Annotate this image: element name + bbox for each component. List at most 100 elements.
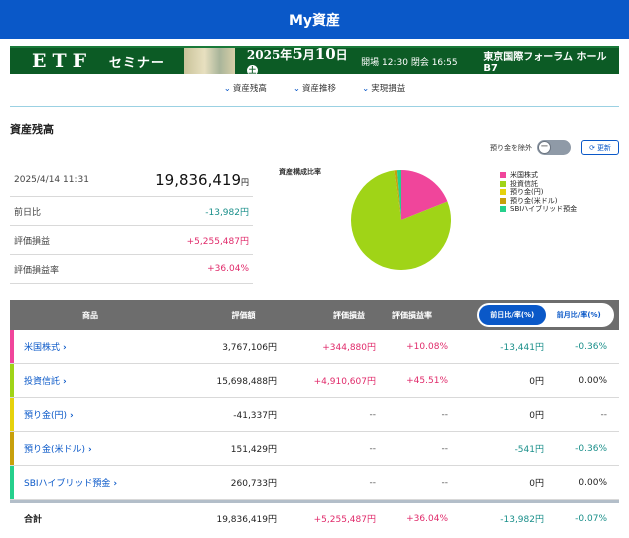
cell-pl: --	[369, 477, 377, 488]
minus-icon: −	[538, 141, 551, 154]
legend-swatch	[500, 180, 506, 187]
cell-diff: 0円	[529, 377, 544, 387]
divider	[10, 106, 619, 107]
refresh-icon: ⟳	[589, 143, 595, 152]
category-color-bar	[10, 432, 14, 465]
header-pl: 評価損益	[333, 310, 365, 320]
chevron-down-icon: ⌄	[223, 84, 231, 94]
category-color-bar	[10, 364, 14, 397]
day-change-value: -13,982円	[205, 207, 249, 218]
total-diff-rate: -0.07%	[575, 513, 607, 524]
category-color-bar	[10, 330, 14, 363]
cell-pl-rate: --	[441, 477, 449, 488]
table-row: 預り金(米ドル) › 151,429円 -- -- -541円 -0.36%	[10, 432, 619, 466]
header-value: 評価額	[231, 310, 256, 320]
tab-month-comparison[interactable]: 前月比/率(%)	[546, 305, 613, 325]
product-link[interactable]: 預り金(米ドル) ›	[10, 442, 180, 455]
cell-pl-rate: --	[441, 443, 449, 454]
total-value: 19,836,419円	[216, 515, 277, 525]
chevron-down-icon: ⌄	[362, 84, 370, 94]
legend-swatch	[500, 172, 506, 179]
cell-pl-rate: +10.08%	[406, 341, 448, 352]
legend-swatch	[500, 189, 506, 196]
summary-datetime: 2025/4/14 11:31	[14, 174, 89, 185]
cell-pl-rate: --	[441, 409, 449, 420]
header-product: 商品	[82, 310, 98, 320]
cell-value: -41,337円	[233, 411, 277, 421]
product-link[interactable]: SBIハイブリッド預金 ›	[10, 476, 180, 489]
legend-swatch	[500, 197, 506, 204]
banner-seminar-text: セミナー	[108, 55, 165, 71]
anchor-asset-trend[interactable]: ⌄ 資産推移	[293, 82, 336, 98]
summary-row: 評価損益 +5,255,487円	[10, 226, 253, 255]
cell-value: 3,767,106円	[222, 343, 277, 353]
cell-diff: 0円	[529, 479, 544, 489]
table-row: 預り金(円) › -41,337円 -- -- 0円 --	[10, 398, 619, 432]
comparison-toggle: 前日比/率(%) 前月比/率(%)	[477, 303, 614, 327]
tab-day-comparison[interactable]: 前日比/率(%)	[479, 305, 546, 325]
product-link[interactable]: 米国株式 ›	[10, 340, 180, 353]
banner-photo	[183, 48, 235, 74]
anchor-asset-balance[interactable]: ⌄ 資産残高	[224, 82, 267, 98]
table-row: 投資信託 › 15,698,488円 +4,910,607円 +45.51% 0円 0.00…	[10, 364, 619, 398]
chevron-down-icon: ⌄	[292, 84, 301, 94]
cell-value: 151,429円	[230, 445, 277, 455]
legend-swatch	[500, 206, 506, 213]
unrealized-pl-value: +5,255,487円	[186, 236, 249, 247]
category-color-bar	[10, 398, 14, 431]
page-header: My資産	[0, 0, 629, 39]
allocation-pie-chart	[351, 170, 451, 270]
cell-diff-rate: 0.00%	[578, 375, 607, 386]
category-color-bar	[10, 466, 14, 499]
cell-diff-rate: -0.36%	[575, 341, 607, 352]
chevron-right-icon: ›	[88, 445, 92, 455]
etf-seminar-banner[interactable]: ETF セミナー 2025年5月10日 土 開場 12:30 閉会 16:55 …	[10, 46, 619, 74]
anchor-realized-pl[interactable]: ⌄ 実現損益	[362, 82, 405, 98]
asset-summary: 2025/4/14 11:31 19,836,419円 前日比 -13,982円…	[10, 163, 253, 284]
chart-legend: 米国株式 投資信託 預り金(円) 預り金(米ドル) SBIハイブリッド預金	[500, 171, 577, 214]
section-anchor-nav: ⌄ 資産残高 ⌄ 資産推移 ⌄ 実現損益	[0, 82, 629, 98]
page-title: My資産	[288, 12, 341, 29]
chevron-right-icon: ›	[63, 377, 67, 387]
total-pl: +5,255,487円	[313, 515, 376, 525]
banner-venue: 東京国際フォーラム ホールB7	[483, 52, 607, 74]
chevron-right-icon: ›	[70, 411, 74, 421]
chevron-right-icon: ›	[113, 479, 118, 489]
cell-value: 260,733円	[230, 479, 277, 489]
summary-row: 前日比 -13,982円	[10, 197, 253, 226]
cell-pl-rate: +45.51%	[406, 375, 448, 386]
banner-time: 開場 12:30 閉会 16:55	[361, 57, 458, 68]
cell-value: 15,698,488円	[216, 377, 277, 387]
holdings-table: 商品 評価額 評価損益 評価損益率 前日比/率(%) 前月比/率(%) 米国株式…	[10, 300, 619, 534]
header-pl-rate: 評価損益率	[392, 310, 432, 320]
product-link[interactable]: 預り金(円) ›	[10, 408, 180, 421]
legend-item: SBIハイブリッド預金	[500, 205, 577, 214]
banner-weekday-badge: 土	[246, 65, 258, 74]
summary-row: 評価損益率 +36.04%	[10, 255, 253, 284]
table-row: SBIハイブリッド預金 › 260,733円 -- -- 0円 0.00%	[10, 466, 619, 500]
table-header: 商品 評価額 評価損益 評価損益率 前日比/率(%) 前月比/率(%)	[10, 300, 619, 330]
chevron-right-icon: ›	[63, 343, 67, 353]
total-diff: -13,982円	[500, 515, 544, 525]
total-pl-rate: +36.04%	[406, 513, 448, 524]
exclude-deposit-toggle-group: 預り金を除外 −	[490, 140, 571, 155]
total-label: 合計	[24, 515, 43, 525]
chart-title: 資産構成比率	[279, 168, 321, 176]
banner-date: 2025年5月10日 土	[246, 46, 348, 74]
summary-total-row: 2025/4/14 11:31 19,836,419円	[10, 163, 253, 197]
unrealized-pl-rate-value: +36.04%	[207, 264, 249, 274]
cell-diff: -541円	[514, 445, 544, 455]
cell-pl: +4,910,607円	[313, 377, 376, 387]
section-title: 資産残高	[10, 123, 54, 136]
legend-label: SBIハイブリッド預金	[510, 205, 578, 214]
refresh-button[interactable]: ⟳ 更新	[581, 140, 619, 155]
exclude-deposit-switch[interactable]: −	[537, 140, 571, 155]
product-link[interactable]: 投資信託 ›	[10, 374, 180, 387]
cell-pl: --	[369, 443, 377, 454]
banner-etf-text: ETF	[32, 50, 93, 72]
cell-diff-rate: 0.00%	[578, 477, 607, 488]
cell-pl: +344,880円	[322, 343, 376, 353]
cell-pl: --	[369, 409, 377, 420]
table-row: 米国株式 › 3,767,106円 +344,880円 +10.08% -13,441円 -…	[10, 330, 619, 364]
exclude-deposit-label: 預り金を除外	[490, 143, 532, 152]
